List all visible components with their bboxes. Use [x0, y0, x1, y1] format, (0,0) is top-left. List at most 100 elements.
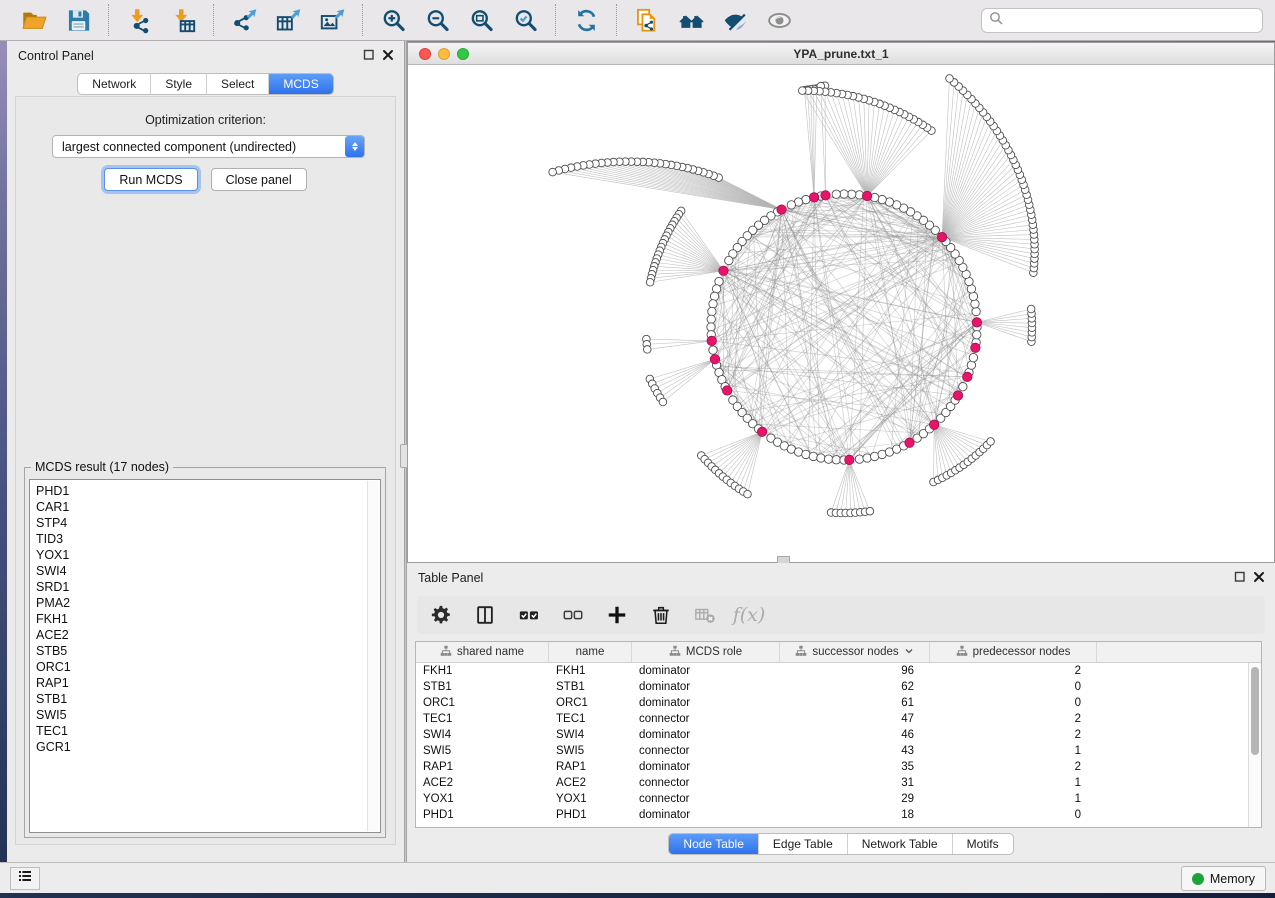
- network-node[interactable]: [971, 300, 979, 308]
- network-node[interactable]: [710, 292, 718, 300]
- network-node[interactable]: [708, 307, 716, 315]
- zoom-fit-icon[interactable]: [466, 5, 496, 35]
- tab-network-table[interactable]: Network Table: [847, 834, 952, 854]
- show-all-icon[interactable]: [764, 5, 794, 35]
- mcds-hub-node[interactable]: [953, 391, 962, 400]
- network-node[interactable]: [855, 455, 863, 463]
- tab-network[interactable]: Network: [78, 74, 150, 94]
- delete-icon[interactable]: [649, 603, 673, 627]
- zoom-in-icon[interactable]: [378, 5, 408, 35]
- search-box[interactable]: [981, 8, 1263, 33]
- table-row[interactable]: YOX1YOX1connector291: [416, 791, 1261, 807]
- network-node[interactable]: [709, 300, 717, 308]
- network-canvas[interactable]: [408, 65, 1274, 562]
- mcds-hub-node[interactable]: [929, 420, 938, 429]
- list-item[interactable]: PMA2: [36, 595, 380, 611]
- table-row[interactable]: FKH1FKH1dominator962: [416, 663, 1261, 679]
- tab-motifs[interactable]: Motifs: [952, 834, 1013, 854]
- network-node[interactable]: [824, 455, 832, 463]
- network-node[interactable]: [725, 256, 733, 264]
- network-node[interactable]: [848, 190, 856, 198]
- network-node[interactable]: [863, 454, 871, 462]
- close-icon[interactable]: [382, 49, 394, 61]
- network-node[interactable]: [973, 331, 981, 339]
- close-panel-button[interactable]: Close panel: [211, 168, 307, 191]
- tab-edge-table[interactable]: Edge Table: [758, 834, 847, 854]
- list-item[interactable]: SRD1: [36, 579, 380, 595]
- mcds-hub-node[interactable]: [972, 318, 981, 327]
- zoom-out-icon[interactable]: [422, 5, 452, 35]
- mcds-hub-node[interactable]: [722, 386, 731, 395]
- hide-selected-icon[interactable]: [720, 5, 750, 35]
- list-item[interactable]: ORC1: [36, 659, 380, 675]
- mcds-hub-node[interactable]: [862, 191, 871, 200]
- zoom-selected-icon[interactable]: [510, 5, 540, 35]
- network-node[interactable]: [744, 490, 752, 498]
- column-header-predecessor-nodes[interactable]: predecessor nodes: [930, 642, 1097, 662]
- network-node[interactable]: [972, 307, 980, 315]
- network-node[interactable]: [787, 201, 795, 209]
- network-node[interactable]: [987, 438, 995, 446]
- tab-style[interactable]: Style: [150, 74, 206, 94]
- list-item[interactable]: GCR1: [36, 739, 380, 755]
- network-node[interactable]: [969, 353, 977, 361]
- clone-network-icon[interactable]: [632, 5, 662, 35]
- network-node[interactable]: [646, 278, 654, 286]
- refresh-layout-icon[interactable]: [571, 5, 601, 35]
- task-history-button[interactable]: [10, 867, 40, 890]
- table-row[interactable]: ACE2ACE2connector311: [416, 775, 1261, 791]
- table-row[interactable]: SWI5SWI5connector431: [416, 743, 1261, 759]
- network-node[interactable]: [832, 190, 840, 198]
- network-node[interactable]: [817, 454, 825, 462]
- mcds-result-list[interactable]: PHD1CAR1STP4TID3YOX1SWI4SRD1PMA2FKH1ACE2…: [29, 479, 381, 833]
- mcds-hub-node[interactable]: [937, 232, 946, 241]
- optimization-select[interactable]: largest connected component (undirected): [52, 135, 365, 158]
- select-all-icon[interactable]: [517, 603, 541, 627]
- memory-button[interactable]: Memory: [1181, 866, 1266, 891]
- table-row[interactable]: SWI4SWI4dominator462: [416, 727, 1261, 743]
- close-icon[interactable]: [1253, 571, 1265, 583]
- search-input[interactable]: [1008, 12, 1255, 28]
- list-item[interactable]: PHD1: [36, 483, 380, 499]
- column-panel-icon[interactable]: [473, 603, 497, 627]
- network-node[interactable]: [707, 323, 715, 331]
- network-node[interactable]: [659, 398, 667, 406]
- list-item[interactable]: SWI4: [36, 563, 380, 579]
- list-scrollbar[interactable]: [367, 481, 379, 831]
- network-node[interactable]: [832, 456, 840, 464]
- mcds-hub-node[interactable]: [707, 336, 716, 345]
- table-scrollbar[interactable]: [1248, 663, 1261, 827]
- mcds-hub-node[interactable]: [719, 266, 728, 275]
- save-icon[interactable]: [63, 5, 93, 35]
- network-node[interactable]: [799, 87, 807, 95]
- table-row[interactable]: STB1STB1dominator620: [416, 679, 1261, 695]
- network-node[interactable]: [946, 75, 954, 83]
- network-node[interactable]: [840, 190, 848, 198]
- list-item[interactable]: SWI5: [36, 707, 380, 723]
- list-item[interactable]: YOX1: [36, 547, 380, 563]
- add-icon[interactable]: [605, 603, 629, 627]
- network-node[interactable]: [643, 346, 651, 354]
- run-mcds-button[interactable]: Run MCDS: [104, 168, 197, 191]
- column-header-successor-nodes[interactable]: successor nodes: [780, 642, 930, 662]
- list-item[interactable]: STB5: [36, 643, 380, 659]
- deselect-all-icon[interactable]: [561, 603, 585, 627]
- list-item[interactable]: CAR1: [36, 499, 380, 515]
- list-item[interactable]: ACE2: [36, 627, 380, 643]
- mcds-hub-node[interactable]: [777, 205, 786, 214]
- network-node[interactable]: [866, 507, 874, 515]
- mcds-hub-node[interactable]: [710, 354, 719, 363]
- column-header-MCDS-role[interactable]: MCDS role: [632, 642, 780, 662]
- export-image-icon[interactable]: [317, 5, 347, 35]
- list-item[interactable]: STB1: [36, 691, 380, 707]
- network-node[interactable]: [809, 452, 817, 460]
- list-item[interactable]: RAP1: [36, 675, 380, 691]
- network-node[interactable]: [707, 315, 715, 323]
- list-item[interactable]: STP4: [36, 515, 380, 531]
- table-row[interactable]: RAP1RAP1dominator352: [416, 759, 1261, 775]
- mcds-hub-node[interactable]: [757, 427, 766, 436]
- list-item[interactable]: TEC1: [36, 723, 380, 739]
- tab-select[interactable]: Select: [206, 74, 268, 94]
- table-row[interactable]: TEC1TEC1connector472: [416, 711, 1261, 727]
- column-header-name[interactable]: name: [549, 642, 632, 662]
